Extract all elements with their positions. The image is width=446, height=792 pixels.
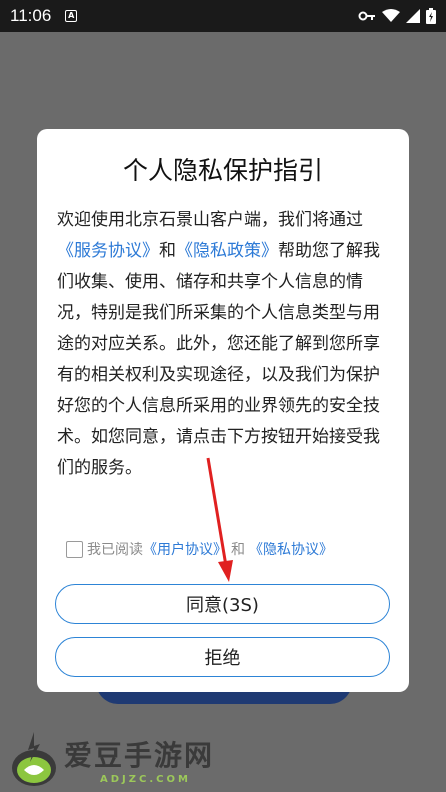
agree-prefix: 我已阅读 [87,542,143,558]
watermark: 爱豆手游网 ADJZC.COM [8,730,258,790]
privacy-agreement-link[interactable]: 《隐私协议》 [249,539,333,559]
service-agreement-link[interactable]: 《服务协议》 [57,241,159,261]
battery-icon [426,8,436,24]
status-time: 11:06 [10,6,52,25]
status-icons [358,8,436,24]
body-text-1: 欢迎使用北京石景山客户端，我们将通过 [57,210,363,230]
agree-checkbox[interactable] [66,540,83,558]
user-agreement-link[interactable]: 《用户协议》 [143,539,227,559]
signal-icon [406,9,420,23]
privacy-dialog: 个人隐私保护指引 欢迎使用北京石景山客户端，我们将通过《服务协议》和《隐私政策》… [37,129,409,692]
body-text-and: 和 [159,241,176,261]
status-bar: 11:06 A [0,0,446,32]
agreement-row: 我已阅读 《用户协议》 和 《隐私协议》 [66,538,333,560]
refuse-button[interactable]: 拒绝 [55,637,390,677]
notification-a-icon: A [65,10,78,22]
dialog-title: 个人隐私保护指引 [122,156,323,185]
watermark-title: 爱豆手游网 [64,739,215,772]
dialog-body-text: 欢迎使用北京石景山客户端，我们将通过《服务协议》和《隐私政策》帮助您了解我们收集… [57,205,392,484]
privacy-policy-link[interactable]: 《隐私政策》 [176,241,278,261]
wifi-icon [382,9,400,22]
agree-and: 和 [231,542,245,558]
vpn-key-icon [358,11,375,21]
body-text-2: 帮助您了解我们收集、使用、储存和共享个人信息的情况，特别是我们所采集的个人信息类… [57,241,380,478]
agree-button[interactable]: 同意(3S) [55,584,390,624]
watermark-logo-icon [12,732,56,786]
watermark-subtitle: ADJZC.COM [100,774,191,785]
